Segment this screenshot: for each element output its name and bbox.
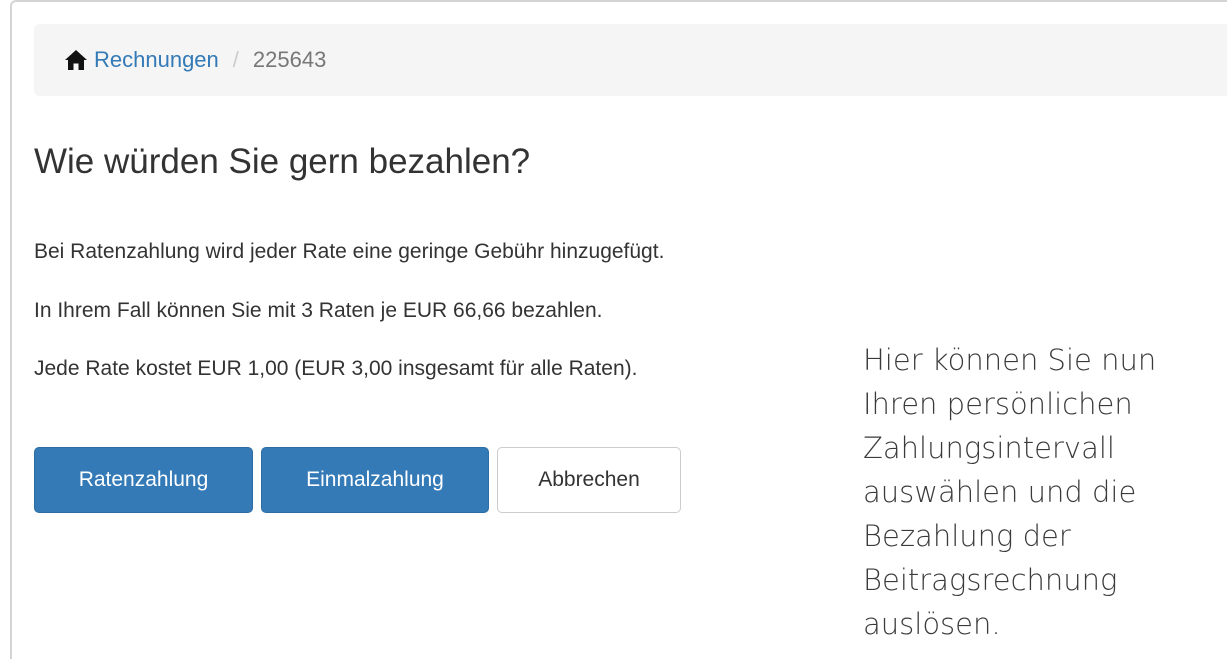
annotation-line: auswählen und die xyxy=(863,475,1137,509)
annotation-line: Beitragsrechnung xyxy=(863,563,1118,597)
fee-info-text: Bei Ratenzahlung wird jeder Rate eine ge… xyxy=(34,240,665,263)
breadcrumb: Rechnungen / 225643 xyxy=(34,24,1227,96)
breadcrumb-link-rechnungen[interactable]: Rechnungen xyxy=(94,47,219,73)
page-title: Wie würden Sie gern bezahlen? xyxy=(34,142,531,181)
annotation-text: Hier können Sie nun Ihren persönlichen Z… xyxy=(863,338,1213,646)
home-icon[interactable] xyxy=(64,49,88,71)
breadcrumb-current: 225643 xyxy=(252,47,327,72)
annotation-line: Zahlungsintervall xyxy=(863,431,1115,465)
fee-total-text: Jede Rate kostet EUR 1,00 (EUR 3,00 insg… xyxy=(34,357,638,380)
installment-info-text: In Ihrem Fall können Sie mit 3 Raten je … xyxy=(34,299,603,322)
einmalzahlung-button[interactable]: Einmalzahlung xyxy=(261,447,489,513)
annotation-line: auslösen. xyxy=(863,607,1001,641)
breadcrumb-separator: / xyxy=(232,47,239,72)
annotation-line: Hier können Sie nun xyxy=(863,343,1157,377)
annotation-line: Ihren persönlichen xyxy=(863,387,1133,421)
ratenzahlung-button[interactable]: Ratenzahlung xyxy=(34,447,253,513)
annotation-line: Bezahlung der xyxy=(863,519,1071,553)
abbrechen-button[interactable]: Abbrechen xyxy=(497,447,681,513)
